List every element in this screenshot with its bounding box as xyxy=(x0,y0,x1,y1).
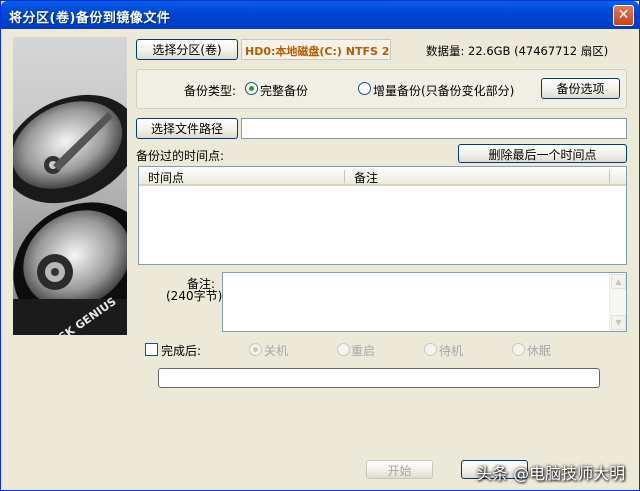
window-title: 将分区(卷)备份到镜像文件 xyxy=(9,11,171,26)
restart-radio[interactable] xyxy=(337,343,350,356)
shutdown-radio[interactable] xyxy=(249,343,262,356)
standby-radio[interactable] xyxy=(424,343,437,356)
delete-last-timepoint-button[interactable]: 删除最后一个时间点 xyxy=(458,144,627,163)
select-file-path-button[interactable]: 选择文件路径 xyxy=(136,118,238,139)
shutdown-label[interactable]: 关机 xyxy=(264,342,288,359)
scroll-up-icon[interactable]: ▲ xyxy=(611,274,626,289)
after-completion-label[interactable]: 完成后: xyxy=(161,342,201,359)
incremental-backup-label[interactable]: 增量备份(只备份变化部分) xyxy=(373,82,514,99)
partition-value: HD0:本地磁盘(C:) NTFS 29 xyxy=(245,45,391,58)
timepoints-list[interactable]: 时间点 备注 xyxy=(138,166,627,265)
backup-dialog: 将分区(卷)备份到镜像文件 ✕ DISK GENIUS 选择分区(卷) HD0:… xyxy=(0,0,640,491)
title-bar[interactable]: 将分区(卷)备份到镜像文件 ✕ xyxy=(1,1,639,29)
hibernate-radio[interactable] xyxy=(512,343,525,356)
standby-label[interactable]: 待机 xyxy=(439,342,463,359)
notes-textarea[interactable]: ▲ ▼ xyxy=(222,272,627,332)
file-path-input[interactable] xyxy=(241,118,627,139)
partition-display: HD0:本地磁盘(C:) NTFS 29 xyxy=(241,39,391,60)
hard-disk-illustration: DISK GENIUS xyxy=(13,37,127,335)
close-icon: ✕ xyxy=(617,7,630,23)
column-divider[interactable] xyxy=(344,170,345,183)
hibernate-label[interactable]: 休眠 xyxy=(527,342,551,359)
incremental-backup-radio[interactable] xyxy=(358,82,371,95)
notes-scrollbar[interactable]: ▲ ▼ xyxy=(609,273,626,331)
column-header-timepoint[interactable]: 时间点 xyxy=(148,169,184,186)
column-divider[interactable] xyxy=(609,170,610,183)
data-amount-text: 数据量: 22.6GB (47467712 扇区) xyxy=(426,44,609,58)
full-backup-label[interactable]: 完整备份 xyxy=(260,82,308,99)
notes-size-label: (240字节) xyxy=(166,289,223,303)
start-button[interactable]: 开始 xyxy=(366,460,433,479)
disk-genius-logo-image: DISK GENIUS xyxy=(13,37,127,335)
select-partition-button[interactable]: 选择分区(卷) xyxy=(136,39,238,60)
scroll-down-icon[interactable]: ▼ xyxy=(611,315,626,330)
list-header: 时间点 备注 xyxy=(139,167,626,186)
restart-label[interactable]: 重启 xyxy=(351,342,375,359)
timepoints-label: 备份过的时间点: xyxy=(136,149,225,163)
column-header-note[interactable]: 备注 xyxy=(354,169,378,186)
close-button[interactable]: ✕ xyxy=(613,5,634,26)
full-backup-radio[interactable] xyxy=(245,82,258,95)
backup-options-button[interactable]: 备份选项 xyxy=(541,78,620,99)
progress-bar xyxy=(158,368,600,388)
watermark-text: 头条 @电脑技师大明 xyxy=(476,464,626,483)
after-completion-checkbox[interactable] xyxy=(145,343,158,356)
backup-type-label: 备份类型: xyxy=(184,84,237,98)
